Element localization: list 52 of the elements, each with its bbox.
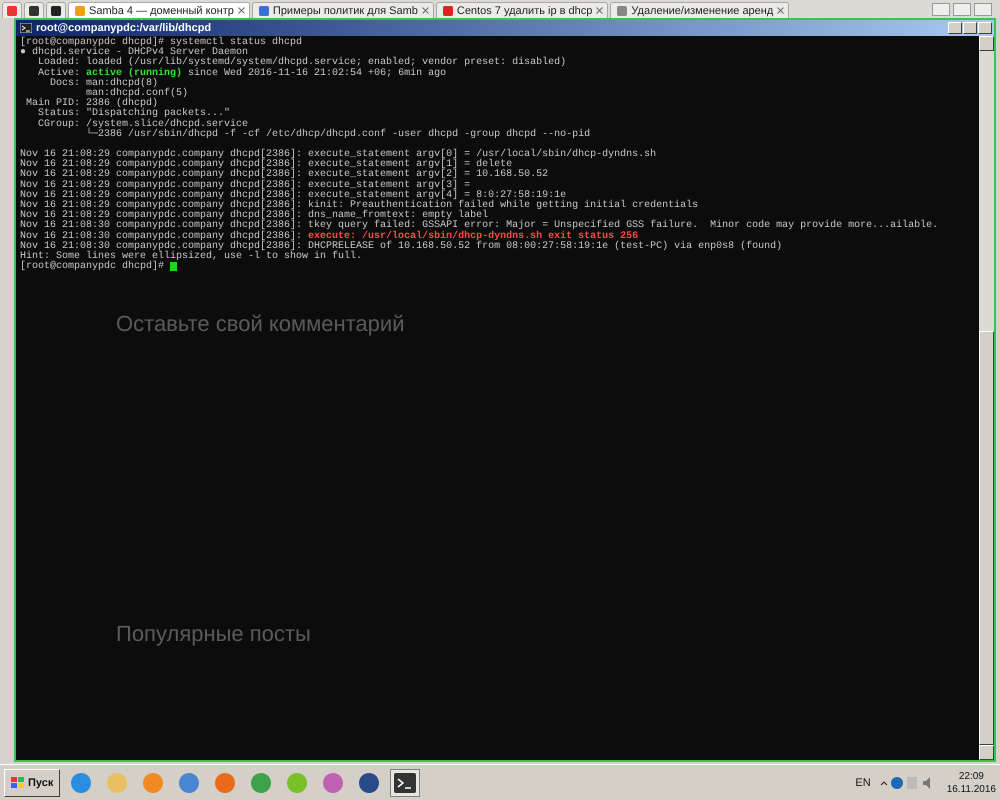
pinned-tab[interactable] (24, 2, 44, 18)
pinned-tab[interactable] (46, 2, 66, 18)
terminal-text: Status: "Dispatching packets..." (37, 109, 230, 120)
windows-icon (11, 776, 25, 788)
terminal-text: Nov 16 21:08:30 companypdc.company dhcpd[2386]: (20, 232, 304, 242)
terminal-text: Nov 16 21:08:29 companypdc.company dhcpd[2386]: kinit: Preauthentication failed while getting initial credentials (20, 201, 698, 211)
terminal-text: man:dhcpd.conf(5) (85, 88, 188, 99)
tab-icon (442, 6, 453, 16)
browser-tab[interactable]: Примеры политик для Samb (252, 2, 434, 18)
scrollbar-thumb[interactable] (979, 331, 994, 745)
terminal-text: [root@companypdc dhcpd]# (20, 262, 166, 272)
close-icon[interactable] (422, 7, 429, 14)
terminal-text: execute: /usr/local/sbin/dhcp-dyndns.sh exit status 256 (308, 232, 638, 242)
window-title: root@companypdc:/var/lib/dhcpd (36, 22, 212, 34)
taskbar-terminal-icon[interactable] (390, 768, 420, 796)
tab-icon (51, 6, 61, 16)
close-icon[interactable] (777, 7, 784, 14)
terminal-text: [root@companypdc dhcpd]# systemctl status dhcpd (20, 38, 302, 48)
tab-icon (29, 6, 39, 16)
close-icon[interactable] (596, 7, 604, 14)
terminal-text: Nov 16 21:08:29 companypdc.company dhcpd[2386]: execute_statement argv[3] = (20, 180, 470, 191)
scroll-up-button[interactable] (979, 36, 994, 51)
terminal-text: Loaded: loaded (/usr/lib/systemd/system/dhcpd.service; enabled; vendor preset: disabled) (37, 58, 566, 68)
terminal-text: CGroup: /system.slice/dhcpd.service (37, 120, 248, 130)
clock-time: 22:09 (958, 770, 984, 782)
start-button[interactable]: Пуск (4, 768, 60, 796)
browser-tab[interactable]: Centos 7 удалить ip в dhcp (436, 2, 608, 18)
language-indicator[interactable]: EN (855, 776, 871, 788)
scroll-down-button[interactable] (979, 745, 994, 760)
terminal-text: active (running) (86, 68, 182, 79)
terminal-text: since Wed 2016-11-16 21:02:54 +06; 6min ago (187, 68, 446, 79)
tab-icon (258, 6, 269, 16)
terminal-text: ● (20, 48, 28, 58)
section-heading: Популярные посты (116, 621, 311, 647)
terminal-text: Nov 16 21:08:29 companypdc.company dhcpd[2386]: execute_statement argv[2] = 10.168.50.52 (20, 170, 548, 180)
close-icon[interactable] (238, 7, 245, 14)
browser-tab[interactable]: Удаление/изменение аренд (610, 2, 790, 18)
terminal-icon (20, 23, 32, 33)
terminal-text: Nov 16 21:08:29 companypdc.company dhcpd[2386]: execute_statement argv[4] = 8:0:27:58:19:1e (20, 190, 566, 201)
tab-icon (75, 6, 85, 16)
terminal-text: Active: (37, 68, 82, 79)
terminal-text: └─2386 /usr/sbin/dhcpd -f -cf /etc/dhcp/dhcpd.conf -user dhcpd -group dhcpd --no-pid (85, 130, 590, 140)
clock-date: 16.11.2016 (946, 784, 996, 794)
section-heading: Оставьте свой комментарий (116, 311, 404, 337)
terminal-text: Nov 16 21:08:30 companypdc.company dhcpd[2386]: tkey query failed: GSSAPI error: Major = Unspecified GSS failure. Minor code may provide more...ailable. (20, 221, 938, 232)
terminal-text: Hint: Some lines were ellipsized, use -l to show in full. (20, 252, 362, 262)
tab-icon (617, 6, 628, 16)
cursor (170, 262, 178, 272)
terminal-text: Docs: man:dhcpd(8) (49, 78, 158, 89)
terminal-text: Nov 16 21:08:30 companypdc.company dhcpd[2386]: DHCPRELEASE of 10.168.50.52 from 08:00:27:58:19:1e (test-PC) via enp0s8 (found) (20, 242, 782, 252)
browser-tab[interactable]: Samba 4 — доменный контр (68, 2, 250, 18)
tab-icon (7, 6, 17, 16)
